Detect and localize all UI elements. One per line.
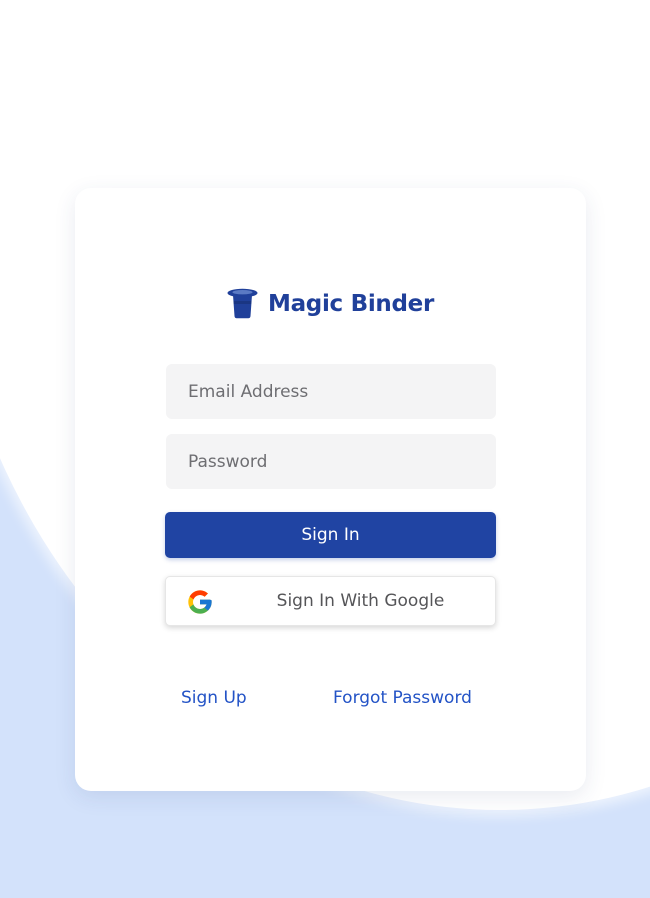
google-sign-in-label: Sign In With Google — [276, 591, 445, 611]
sign-up-link[interactable]: Sign Up — [181, 688, 247, 708]
email-input[interactable] — [166, 364, 496, 419]
login-card: Magic Binder Sign In Sign In With Google… — [75, 188, 586, 791]
brand-logo: Magic Binder — [75, 288, 586, 320]
forgot-password-link[interactable]: Forgot Password — [333, 688, 472, 708]
sign-in-button[interactable]: Sign In — [165, 512, 496, 558]
google-sign-in-button[interactable]: Sign In With Google — [165, 576, 496, 626]
password-input[interactable] — [166, 434, 496, 489]
google-g-icon — [186, 588, 214, 616]
login-page: Magic Binder Sign In Sign In With Google… — [0, 0, 650, 898]
top-hat-icon — [227, 288, 258, 320]
brand-name: Magic Binder — [268, 291, 434, 317]
